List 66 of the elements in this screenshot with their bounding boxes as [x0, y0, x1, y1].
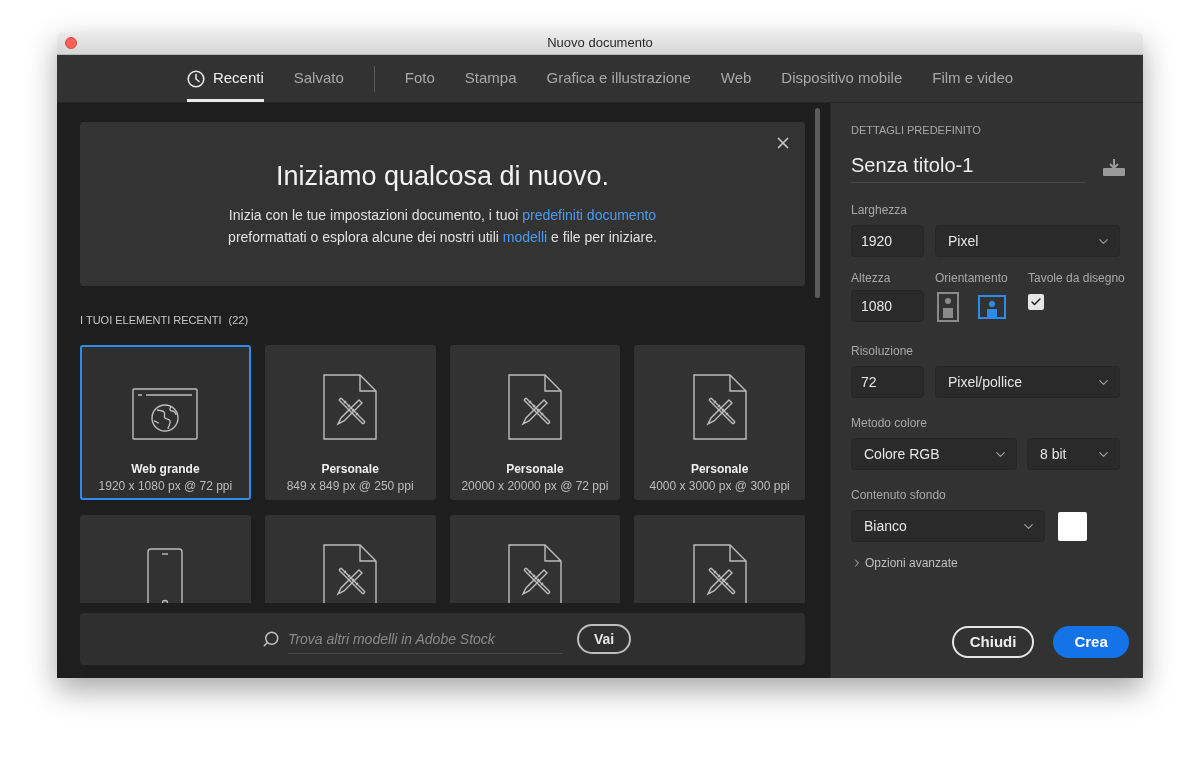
preset-size: 1920 x 1080 px @ 72 ppi [98, 479, 233, 493]
preset-card[interactable]: Personale 849 x 849 px @ 250 ppi [264, 345, 436, 500]
advanced-options-toggle[interactable]: Opzioni avanzate [851, 554, 958, 572]
document-pencil-ruler-icon [323, 374, 378, 440]
width-field[interactable]: 1920 [851, 225, 924, 257]
preset-name: Web grande [131, 462, 200, 476]
close-dialog-button[interactable]: Chiudi [951, 626, 1035, 658]
banner-text: Inizia con le tue impostazioni documento, i tuoi predefiniti documento preformattati o esplora alcune dei nostri utili modelli e file per iniziare. [228, 206, 657, 247]
document-pencil-ruler-icon [692, 544, 747, 603]
tab[interactable]: Grafica e illustrazione [546, 55, 691, 102]
item-count: (22) [228, 312, 249, 328]
tab[interactable]: Salvato [293, 55, 344, 102]
resolution-unit-dropdown[interactable]: Pixel/pollice [935, 366, 1120, 398]
preset-size: 849 x 849 px @ 250 ppi [286, 479, 414, 493]
banner-title: Iniziamo qualcosa di nuovo. [275, 160, 610, 193]
field-label: Tavole da disegno [1028, 271, 1125, 285]
artboards-checkbox[interactable] [1028, 294, 1044, 310]
browser-globe-icon [132, 388, 199, 440]
document-pencil-ruler-icon [507, 374, 562, 440]
go-button[interactable]: Vai [576, 624, 632, 654]
color-swatch[interactable] [1058, 511, 1087, 541]
preset-card[interactable]: Personale 20000 x 20000 px @ 72 ppi [449, 345, 621, 500]
tab[interactable]: Web [720, 55, 752, 102]
field-label: Risoluzione [851, 344, 914, 358]
search-field[interactable]: Trova altri modelli in Adobe Stock [287, 624, 563, 654]
scrollbar-thumb[interactable] [815, 108, 820, 298]
search-icon [261, 630, 280, 648]
document-name-field[interactable]: Senza titolo-1 [851, 151, 1085, 183]
document-pencil-ruler-icon [692, 374, 747, 440]
clock-icon [186, 69, 205, 88]
preset-size: 20000 x 20000 px @ 72 ppi [461, 479, 609, 493]
banner-link[interactable]: modelli [502, 229, 548, 245]
color-mode-dropdown[interactable]: Colore RGB [851, 438, 1017, 470]
landscape-orientation-icon[interactable] [978, 295, 1006, 319]
checkmark-icon [1030, 296, 1042, 308]
height-field[interactable]: 1080 [851, 290, 924, 322]
preset-name: Personale [690, 462, 749, 476]
resolution-field[interactable]: 72 [851, 366, 924, 398]
banner-link[interactable]: predefiniti documento [522, 207, 657, 223]
field-label: Orientamento [935, 271, 1009, 285]
section-heading: I TUOI ELEMENTI RECENTI [80, 312, 222, 328]
preset-card[interactable]: Web grande 1920 x 1080 px @ 72 ppi [80, 345, 251, 500]
panel-heading: DETTAGLI PREDEFINITO [851, 124, 982, 137]
document-pencil-ruler-icon [323, 544, 378, 603]
preset-size: 4000 x 3000 px @ 300 ppi [649, 479, 790, 493]
tab[interactable]: Film e video [932, 55, 1014, 102]
preset-name: Personale [506, 462, 564, 476]
tab[interactable]: Foto [404, 55, 435, 102]
phone-icon [147, 548, 184, 603]
create-button[interactable]: Crea [1053, 626, 1129, 658]
bit-depth-dropdown[interactable]: 8 bit [1027, 438, 1120, 470]
unit-dropdown[interactable]: Pixel [935, 225, 1120, 257]
save-preset-icon[interactable] [1102, 158, 1125, 176]
field-label: Metodo colore [851, 416, 928, 430]
document-pencil-ruler-icon [507, 544, 562, 603]
portrait-orientation-icon[interactable] [937, 292, 959, 322]
preset-name: Personale [321, 462, 379, 476]
close-window-button[interactable] [65, 37, 77, 49]
window-title: Nuovo documento [547, 34, 653, 53]
field-label: Contenuto sfondo [851, 488, 946, 502]
background-dropdown[interactable]: Bianco [851, 510, 1045, 542]
field-label: Larghezza [851, 203, 908, 217]
tab[interactable]: Dispositivo mobile [781, 55, 903, 102]
preset-card[interactable]: Personale 4000 x 3000 px @ 300 ppi [634, 345, 805, 500]
tab[interactable]: Stampa [464, 55, 517, 102]
field-label: Altezza [851, 271, 892, 285]
